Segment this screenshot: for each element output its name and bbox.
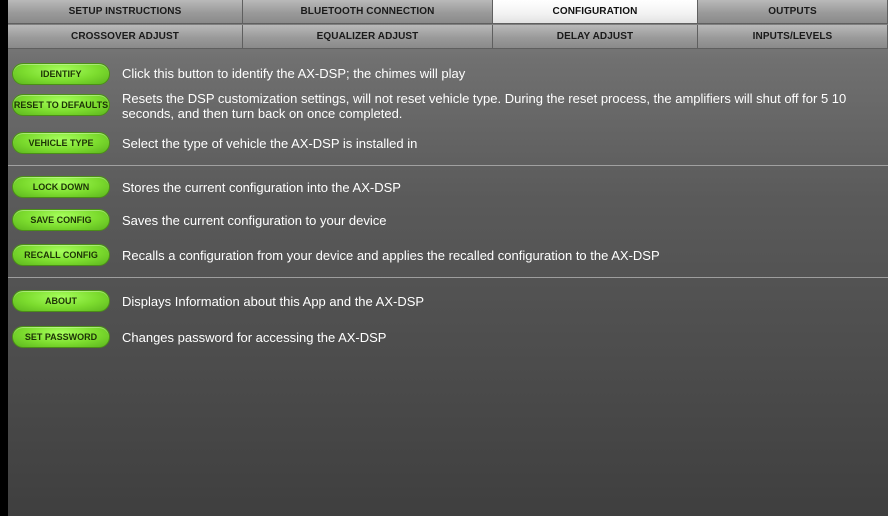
about-button[interactable]: ABOUT	[12, 290, 110, 312]
tab-inputs-levels[interactable]: INPUTS/LEVELS	[698, 25, 888, 49]
save-config-description: Saves the current configuration to your …	[122, 213, 387, 228]
set-password-description: Changes password for accessing the AX-DS…	[122, 330, 387, 345]
tab-delay-adjust[interactable]: DELAY ADJUST	[493, 25, 698, 49]
vehicle-type-button[interactable]: VEHICLE TYPE	[12, 132, 110, 154]
tab-equalizer-adjust[interactable]: EQUALIZER ADJUST	[243, 25, 493, 49]
vehicle-type-description: Select the type of vehicle the AX-DSP is…	[122, 136, 418, 151]
tab-configuration[interactable]: CONFIGURATION	[493, 0, 698, 24]
save-config-button[interactable]: SAVE CONFIG	[12, 209, 110, 231]
tab-setup-instructions[interactable]: SETUP INSTRUCTIONS	[8, 0, 243, 24]
about-description: Displays Information about this App and …	[122, 294, 425, 309]
recall-config-description: Recalls a configuration from your device…	[122, 248, 660, 263]
lock-down-button[interactable]: LOCK DOWN	[12, 176, 110, 198]
section-divider	[8, 165, 888, 166]
lock-down-description: Stores the current configuration into th…	[122, 180, 401, 195]
tab-outputs[interactable]: OUTPUTS	[698, 0, 888, 24]
app-frame: SETUP INSTRUCTIONS BLUETOOTH CONNECTION …	[8, 0, 888, 516]
reset-description: Resets the DSP customization settings, w…	[122, 91, 847, 121]
tab-bar: SETUP INSTRUCTIONS BLUETOOTH CONNECTION …	[8, 0, 888, 50]
reset-to-defaults-button[interactable]: RESET TO DEFAULTS	[12, 94, 110, 116]
identify-description: Click this button to identify the AX-DSP…	[122, 66, 466, 81]
section-divider	[8, 277, 888, 278]
identify-button[interactable]: IDENTIFY	[12, 63, 110, 85]
set-password-button[interactable]: SET PASSWORD	[12, 326, 110, 348]
recall-config-button[interactable]: RECALL CONFIG	[12, 244, 110, 266]
tab-bluetooth-connection[interactable]: BLUETOOTH CONNECTION	[243, 0, 493, 24]
tab-crossover-adjust[interactable]: CROSSOVER ADJUST	[8, 25, 243, 49]
